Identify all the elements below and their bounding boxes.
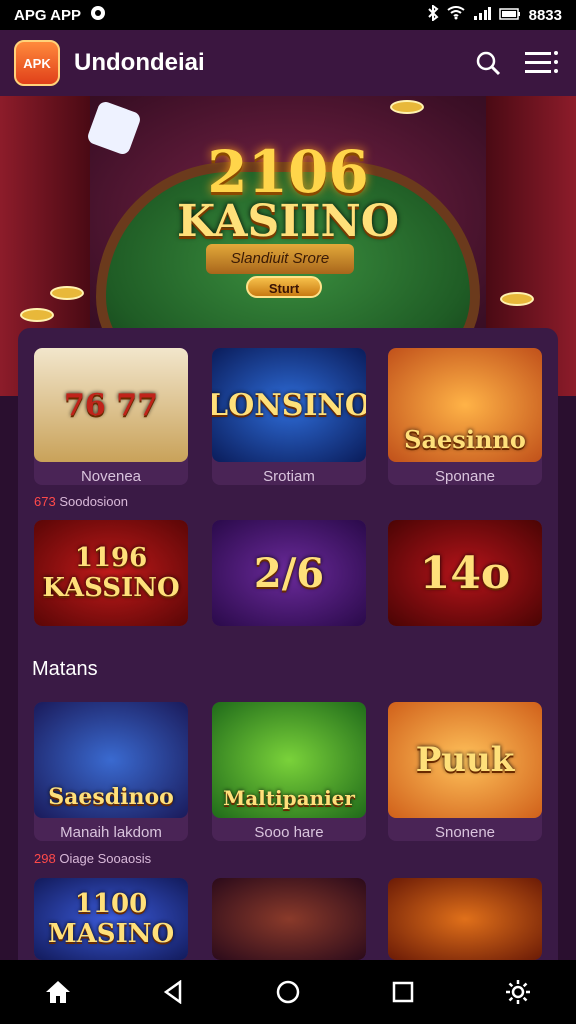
game-art: Saesdinoo bbox=[34, 702, 188, 818]
chip-icon bbox=[500, 292, 534, 306]
battery-icon bbox=[498, 7, 521, 24]
recents-icon[interactable] bbox=[383, 972, 423, 1012]
chip-icon bbox=[50, 286, 84, 300]
hero-start-button[interactable]: Sturt bbox=[246, 276, 322, 298]
game-art: Maltipanier bbox=[212, 702, 366, 818]
roulette-art bbox=[212, 878, 366, 960]
row-note: 298 Oiage Sooaosis bbox=[34, 851, 151, 866]
row-note-text: Soodosioon bbox=[59, 494, 128, 509]
game-tile[interactable]: 2/6 bbox=[212, 520, 366, 626]
game-tile[interactable]: Maltipanier Sooo hare bbox=[212, 702, 366, 841]
game-art: 1196 KASSINO bbox=[34, 520, 188, 626]
bluetooth-icon bbox=[427, 4, 439, 25]
bottom-nav bbox=[0, 960, 576, 1024]
game-tile[interactable]: 1196 KASSINO bbox=[34, 520, 188, 626]
game-label: Srotiam bbox=[263, 468, 315, 485]
game-label: Sooo hare bbox=[254, 824, 324, 841]
game-art: Saesinno bbox=[388, 348, 542, 462]
game-tile[interactable]: Puuk Snonene bbox=[388, 702, 542, 841]
game-tile[interactable]: Saesinno Sponane bbox=[388, 348, 542, 485]
status-right-text: 8833 bbox=[528, 6, 562, 24]
row-note-highlight: 673 bbox=[34, 494, 56, 509]
section-title: Matans bbox=[32, 658, 98, 680]
app-logo[interactable]: APK bbox=[14, 40, 60, 86]
game-tile[interactable]: 1100 MASINO bbox=[34, 878, 188, 960]
wifi-icon bbox=[447, 6, 465, 24]
game-art: 2/6 bbox=[212, 520, 366, 626]
chip-icon bbox=[390, 100, 424, 114]
game-tile[interactable]: Saesdinoo Manaih lakdom bbox=[34, 702, 188, 841]
search-icon[interactable] bbox=[468, 43, 508, 83]
settings-icon[interactable] bbox=[498, 972, 538, 1012]
row-note-text: Oiage Sooaosis bbox=[59, 851, 152, 866]
game-label: Snonene bbox=[434, 824, 496, 841]
status-left-text: APG APP bbox=[14, 6, 81, 24]
game-art: LONSINO bbox=[212, 348, 366, 462]
row-note-highlight: 298 bbox=[34, 851, 56, 866]
game-label: Sponane bbox=[434, 468, 496, 485]
chip-icon bbox=[20, 308, 54, 322]
home-icon[interactable] bbox=[38, 972, 78, 1012]
game-tile[interactable]: LONSINO Srotiam bbox=[212, 348, 366, 485]
game-art: 14o bbox=[388, 520, 542, 626]
game-label: Novenea bbox=[80, 468, 142, 485]
app-title: Undondeiai bbox=[74, 49, 205, 76]
notification-icon bbox=[89, 4, 107, 26]
status-bar: APG APP 8833 bbox=[0, 0, 576, 30]
game-label: Manaih lakdom bbox=[60, 824, 162, 841]
app-bar: APK Undondeiai bbox=[0, 30, 576, 96]
game-tile[interactable] bbox=[212, 878, 366, 960]
home-circle-icon[interactable] bbox=[268, 972, 308, 1012]
game-tile[interactable] bbox=[388, 878, 542, 960]
slot-machine-art: 76 77 bbox=[34, 348, 188, 462]
menu-icon[interactable] bbox=[522, 43, 562, 83]
back-icon[interactable] bbox=[153, 972, 193, 1012]
game-tile[interactable]: 76 77 Novenea bbox=[34, 348, 188, 485]
row-note: 673 Soodosioon bbox=[34, 494, 128, 509]
hero-subtitle: Slandiuit Srore bbox=[206, 244, 354, 274]
signal-icon bbox=[473, 6, 491, 24]
game-tile[interactable]: 14o bbox=[388, 520, 542, 626]
game-art: 1100 MASINO bbox=[34, 878, 188, 960]
hero-title: KASIINO bbox=[176, 196, 400, 247]
game-art: Puuk bbox=[388, 702, 542, 818]
game-art bbox=[388, 878, 542, 960]
